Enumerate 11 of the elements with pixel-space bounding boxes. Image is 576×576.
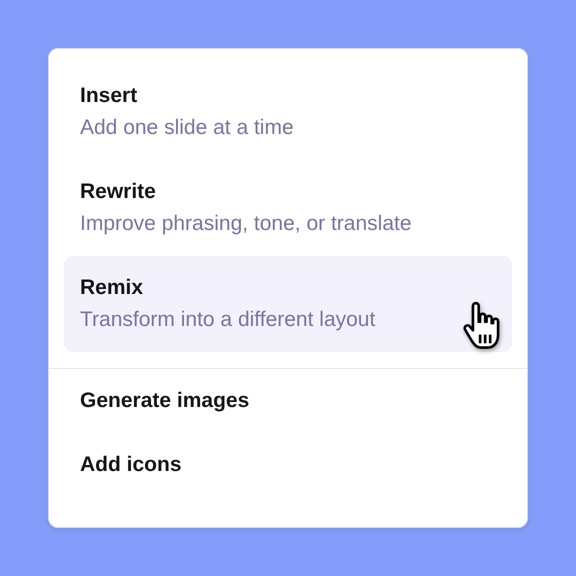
menu-item[interactable]: Add icons (64, 433, 512, 497)
item-title: Remix (80, 275, 144, 301)
item-description: Transform into a different layout (80, 307, 376, 333)
menu-item[interactable]: Remix Transform into a different layout (64, 256, 512, 352)
menu-item[interactable]: Rewrite Improve phrasing, tone, or translate (64, 160, 512, 256)
menu-item[interactable]: Insert Add one slide at a time (64, 64, 512, 160)
item-description: Add one slide at a time (80, 115, 295, 141)
item-description: Improve phrasing, tone, or translate (80, 211, 413, 237)
item-title: Rewrite (80, 179, 157, 205)
menu-item[interactable]: Generate images (64, 369, 512, 433)
item-title: Insert (80, 83, 138, 109)
